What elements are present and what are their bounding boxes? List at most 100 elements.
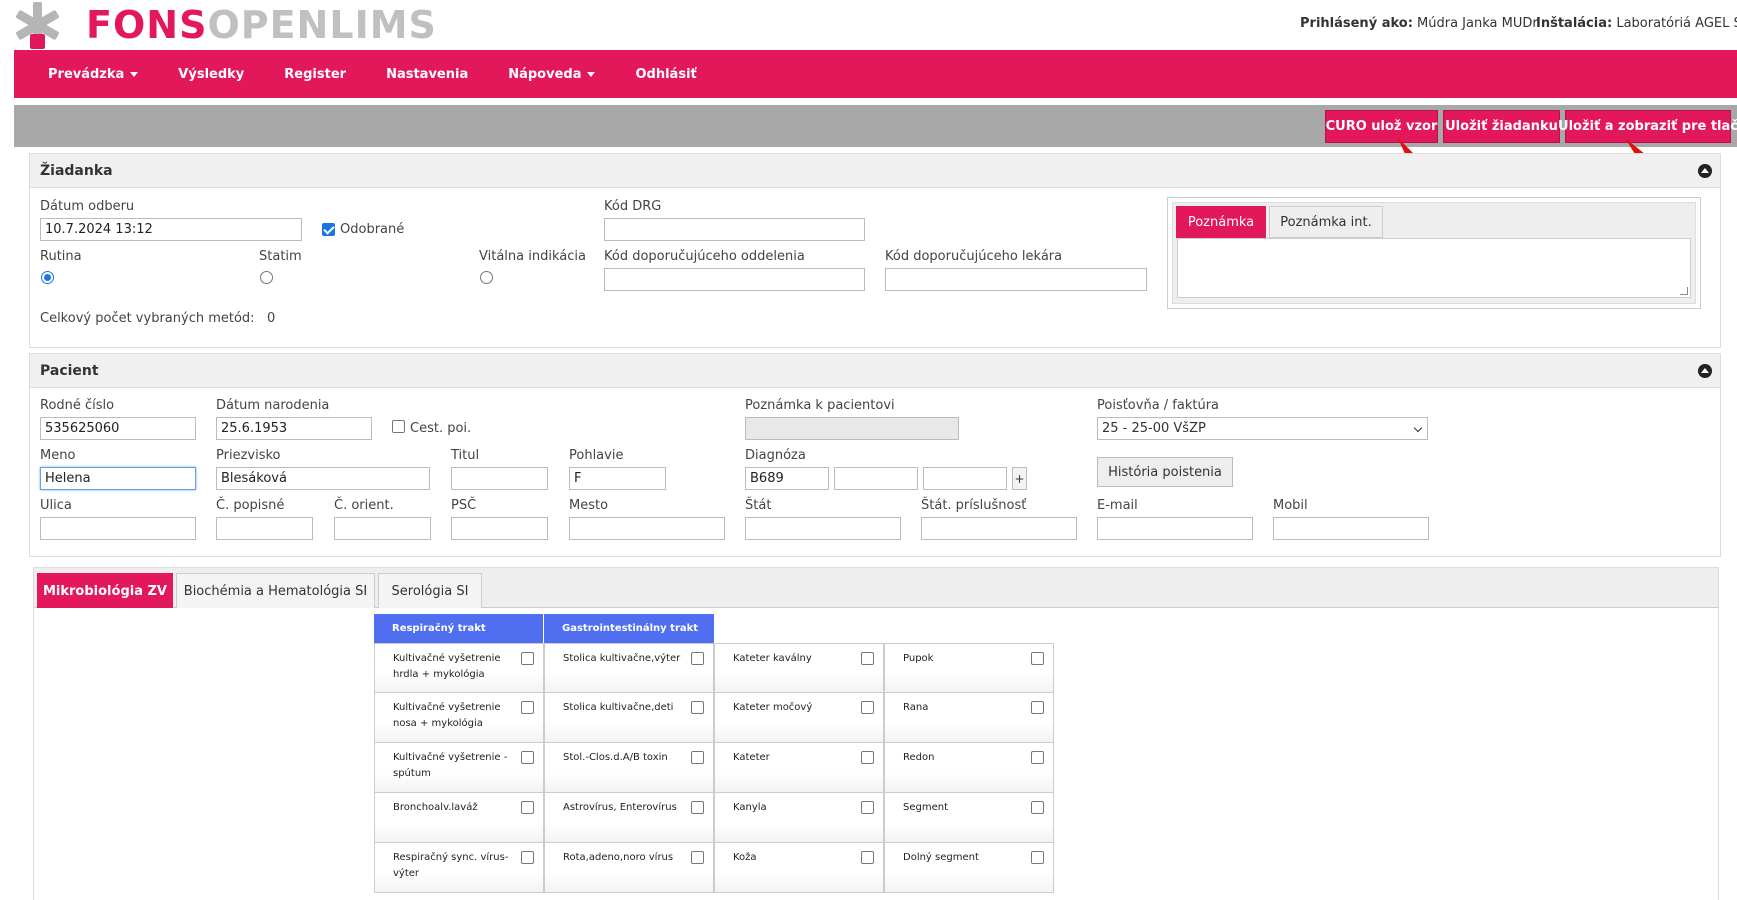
method-label: Koža (733, 852, 757, 863)
tab-note[interactable]: Poznámka (1176, 206, 1266, 238)
curo-save-template-button[interactable]: CURO ulož vzor (1325, 110, 1438, 143)
rc-input[interactable]: 535625060 (40, 417, 196, 440)
orient-number-input[interactable] (334, 517, 431, 540)
drg-input[interactable] (604, 218, 865, 241)
diagnosis-input-3[interactable] (923, 467, 1007, 490)
method-checkbox[interactable] (1031, 851, 1044, 864)
insurer-select[interactable]: 25 - 25-00 VšZP (1097, 417, 1428, 440)
nav-nastavenia[interactable]: Nastavenia (386, 67, 468, 82)
insurer-label: Poisťovňa / faktúra (1097, 398, 1220, 413)
method-label: Stol.-Clos.d.A/B toxin (563, 752, 668, 763)
method-cell: Koža (714, 843, 884, 893)
tab-microbiology[interactable]: Mikrobiológia ZV (37, 573, 173, 608)
note-textarea[interactable] (1177, 238, 1691, 298)
patient-note-input[interactable] (745, 417, 959, 440)
street-input[interactable] (40, 517, 196, 540)
tab-note-internal[interactable]: Poznámka int. (1269, 206, 1383, 238)
group-tab-respiratory[interactable]: Respiračný trakt (374, 614, 544, 643)
method-cell: Kateter (714, 743, 884, 793)
logo[interactable]: FONSOPENLIMS (14, 2, 437, 49)
statim-radio[interactable] (260, 271, 273, 284)
dob-input[interactable]: 25.6.1953 (216, 417, 372, 440)
method-checkbox[interactable] (521, 851, 534, 864)
collection-date-input[interactable]: 10.7.2024 13:12 (40, 218, 302, 241)
save-and-print-button[interactable]: Uložiť a zobraziť pre tlač (1558, 110, 1737, 143)
doctor-code-input[interactable] (885, 268, 1147, 291)
method-label: Kultivačné vyšetrenie - spútum (393, 752, 508, 779)
method-checkbox[interactable] (861, 701, 874, 714)
method-label: Kateter (733, 752, 770, 763)
method-label: Kateter močový (733, 702, 813, 713)
resize-handle-icon[interactable] (1680, 287, 1688, 295)
method-checkbox[interactable] (1031, 751, 1044, 764)
method-checkbox[interactable] (691, 701, 704, 714)
method-checkbox[interactable] (1031, 701, 1044, 714)
title-input[interactable] (451, 467, 548, 490)
method-checkbox[interactable] (861, 652, 874, 665)
method-checkbox[interactable] (1031, 652, 1044, 665)
method-cell: Pupok (884, 643, 1054, 693)
first-name-input[interactable]: Helena (40, 467, 196, 490)
diagnosis-input-2[interactable] (834, 467, 918, 490)
method-checkbox[interactable] (521, 701, 534, 714)
diagnosis-input-1[interactable]: B689 (745, 467, 829, 490)
city-input[interactable] (569, 517, 725, 540)
tab-biochemistry[interactable]: Biochémia a Hematológia SI (176, 573, 375, 608)
method-label: Respiračný sync. vírus- výter (393, 852, 509, 879)
add-diagnosis-button[interactable]: + (1012, 467, 1027, 490)
method-checkbox[interactable] (691, 851, 704, 864)
group-tab-gastro[interactable]: Gastrointestinálny trakt (544, 614, 715, 643)
method-checkbox[interactable] (861, 751, 874, 764)
nav-register[interactable]: Register (284, 67, 346, 82)
collapse-icon[interactable] (1698, 364, 1712, 378)
mobile-input[interactable] (1273, 517, 1429, 540)
method-cell: Kultivačné vyšetrenie nosa + mykológia (374, 693, 544, 743)
method-checkbox[interactable] (521, 801, 534, 814)
doctor-code-label: Kód doporučujúceho lekára (885, 249, 1063, 264)
method-cell: Stol.-Clos.d.A/B toxin (544, 743, 714, 793)
surname-input[interactable]: Blesáková (216, 467, 430, 490)
method-checkbox[interactable] (861, 851, 874, 864)
collected-label: Odobrané (340, 222, 405, 237)
main-nav: Prevádzka Výsledky Register Nastavenia N… (14, 50, 1737, 98)
nav-napoveda[interactable]: Nápoveda (508, 67, 596, 82)
patient-panel-header[interactable]: Pacient (30, 354, 1720, 388)
chevron-down-icon (587, 71, 596, 77)
nav-odhlasit[interactable]: Odhlásiť (635, 67, 696, 82)
collapse-icon[interactable] (1698, 164, 1712, 178)
collected-checkbox[interactable] (322, 223, 335, 236)
psc-input[interactable] (451, 517, 548, 540)
tab-serology[interactable]: Serológia SI (378, 573, 482, 608)
method-checkbox[interactable] (861, 801, 874, 814)
method-checkbox[interactable] (521, 652, 534, 665)
house-number-input[interactable] (216, 517, 313, 540)
save-request-button[interactable]: Uložiť žiadanku (1443, 110, 1560, 143)
nav-prevadzka[interactable]: Prevádzka (48, 67, 139, 82)
method-checkbox[interactable] (691, 801, 704, 814)
sex-input[interactable]: F (569, 467, 666, 490)
method-cell: Respiračný sync. vírus- výter (374, 843, 544, 893)
action-toolbar: CURO ulož vzor Uložiť žiadanku Uložiť a … (14, 105, 1737, 147)
diagnosis-label: Diagnóza (745, 448, 806, 463)
method-label: Kultivačné vyšetrenie hrdla + mykológia (393, 653, 501, 680)
method-checkbox[interactable] (691, 751, 704, 764)
app-header: FONSOPENLIMS Prihlásený ako: Múdra Janka… (0, 0, 1737, 50)
routine-radio[interactable] (41, 271, 54, 284)
method-checkbox[interactable] (521, 751, 534, 764)
vital-radio[interactable] (480, 271, 493, 284)
citizenship-input[interactable] (921, 517, 1077, 540)
state-input[interactable] (745, 517, 901, 540)
dept-code-label: Kód doporučujúceho oddelenia (604, 249, 805, 264)
installation-info: Inštalácia: Laboratóriá AGEL SK a. (1536, 16, 1737, 31)
method-checkbox[interactable] (1031, 801, 1044, 814)
psc-label: PSČ (451, 498, 477, 513)
nav-vysledky[interactable]: Výsledky (178, 67, 244, 82)
insurance-history-button[interactable]: História poistenia (1097, 457, 1233, 487)
method-cell: Astrovírus, Enterovírus (544, 793, 714, 843)
cest-poi-checkbox[interactable] (392, 420, 405, 433)
city-label: Mesto (569, 498, 609, 513)
request-panel-header[interactable]: Žiadanka (30, 154, 1720, 188)
method-checkbox[interactable] (691, 652, 704, 665)
dept-code-input[interactable] (604, 268, 865, 291)
email-input[interactable] (1097, 517, 1253, 540)
